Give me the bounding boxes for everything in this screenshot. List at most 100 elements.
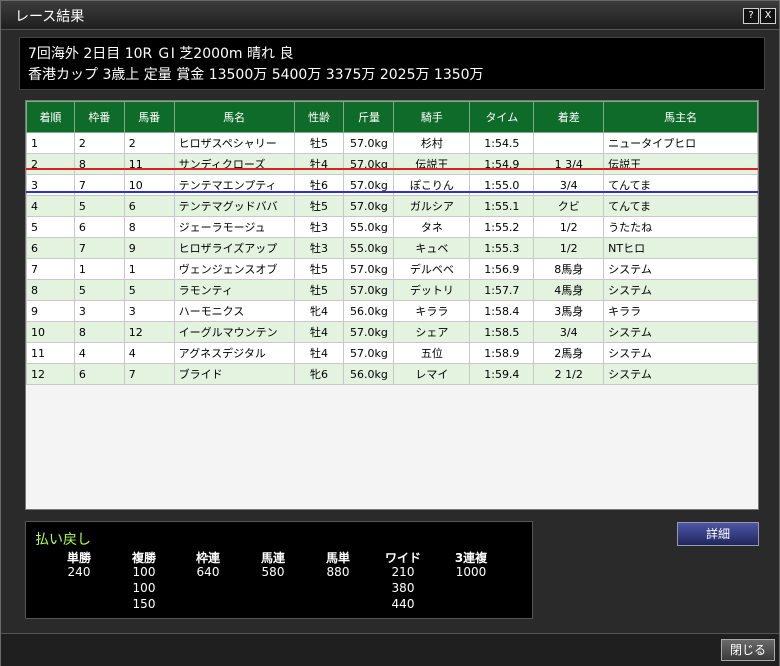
table-cell: 1:55.3 <box>469 237 535 259</box>
table-cell: 牝6 <box>293 363 345 385</box>
column-header[interactable]: 馬主名 <box>603 101 758 133</box>
table-cell: 1:59.4 <box>469 363 535 385</box>
table-cell: 3 <box>73 300 125 322</box>
payout-column: 馬連 580 <box>238 549 308 581</box>
blue-marker-line <box>26 191 758 193</box>
table-cell: 牡5 <box>293 132 345 154</box>
column-header[interactable]: 着順 <box>26 101 75 133</box>
table-row[interactable]: 6 7 9 ヒロザライズアップ 牡3 55.0kg キュベ 1:55.3 1/2 NTヒロ <box>26 237 758 259</box>
column-header[interactable]: 馬名 <box>173 101 295 133</box>
race-info-line2: 香港カップ 3歳上 定量 賞金 13500万 5400万 3375万 2025万… <box>28 67 484 83</box>
payout-label: ワイド <box>384 551 421 565</box>
table-cell: ニュータイプヒロ <box>603 132 758 154</box>
table-cell: 7 <box>26 258 75 280</box>
table-cell: 57.0kg <box>343 258 395 280</box>
table-cell: 6 <box>123 195 175 217</box>
column-header[interactable]: タイム <box>469 101 535 133</box>
table-cell: 牡5 <box>293 258 345 280</box>
table-row[interactable]: 11 4 4 アグネスデジタル 牡4 57.0kg 五位 1:58.9 2馬身 システム <box>26 342 758 364</box>
column-header[interactable]: 斤量 <box>343 101 395 133</box>
table-cell: 牝4 <box>293 300 345 322</box>
column-header[interactable]: 枠番 <box>73 101 125 133</box>
table-cell: 57.0kg <box>343 195 395 217</box>
table-cell: 1:58.9 <box>469 342 535 364</box>
race-info-line1: 7回海外 2日目 10R ＧⅠ 芝2000m 晴れ 良 <box>28 46 294 62</box>
table-cell: 57.0kg <box>343 279 395 301</box>
table-cell: 12 <box>123 321 175 343</box>
column-header[interactable]: 馬番 <box>123 101 175 133</box>
payout-value: 100 <box>132 565 156 579</box>
payout-value: 210 <box>391 565 415 579</box>
column-header[interactable]: 性齢 <box>293 101 345 133</box>
payout-column: ワイド 210 380 440 <box>368 549 438 613</box>
table-cell: 8 <box>73 321 125 343</box>
table-cell: ジェーラモージュ <box>173 216 295 238</box>
table-cell: 8 <box>123 216 175 238</box>
table-row[interactable]: 7 1 1 ヴェンジェンスオブ 牡5 57.0kg デルベベ 1:56.9 8馬身 システム <box>26 258 758 280</box>
table-row[interactable]: 10 8 12 イーグルマウンテン 牡4 57.0kg シェア 1:58.5 3/4 システム <box>26 321 758 343</box>
table-cell: 57.0kg <box>343 321 395 343</box>
help-button[interactable]: ? <box>743 8 759 24</box>
table-cell: 1:54.9 <box>469 153 535 175</box>
table-cell: 9 <box>26 300 75 322</box>
table-cell: 1:56.9 <box>469 258 535 280</box>
payout-label: 枠連 <box>195 551 220 565</box>
table-cell: 牡4 <box>293 153 345 175</box>
table-row[interactable]: 9 3 3 ハーモニクス 牝4 56.0kg キララ 1:58.4 3馬身 キララ <box>26 300 758 322</box>
table-cell: ヴェンジェンスオブ <box>173 258 295 280</box>
table-row[interactable]: 2 8 11 サンディクローズ 牡4 57.0kg 伝説王 1:54.9 1 3/4 伝説王 <box>26 153 758 175</box>
payout-value: 1000 <box>455 565 487 579</box>
payout-label: 複勝 <box>131 551 156 565</box>
table-cell: 12 <box>26 363 75 385</box>
table-cell: 6 <box>73 363 125 385</box>
detail-button[interactable]: 詳細 <box>677 522 759 546</box>
table-cell: ヒロザスペシャリー <box>173 132 295 154</box>
table-cell: 11 <box>26 342 75 364</box>
table-cell: システム <box>603 342 758 364</box>
table-cell: 1 <box>123 258 175 280</box>
table-cell: 3 <box>123 300 175 322</box>
table-cell: 56.0kg <box>343 300 395 322</box>
payout-label: 馬単 <box>325 551 350 565</box>
table-cell: 1/2 <box>533 237 605 259</box>
payout-value: 440 <box>391 597 415 611</box>
table-cell: ヒロザライズアップ <box>173 237 295 259</box>
column-header[interactable]: 着差 <box>533 101 605 133</box>
table-cell: 9 <box>123 237 175 259</box>
race-result-window: レース結果 ? X 7回海外 2日目 10R ＧⅠ 芝2000m 晴れ 良 香港… <box>0 0 780 666</box>
table-cell: デットリ <box>393 279 471 301</box>
table-cell: てんてま <box>603 195 758 217</box>
table-cell: キララ <box>393 300 471 322</box>
table-cell: 2 1/2 <box>533 363 605 385</box>
table-cell: ガルシア <box>393 195 471 217</box>
table-cell: うたたね <box>603 216 758 238</box>
column-header[interactable]: 騎手 <box>393 101 471 133</box>
table-cell: 55.0kg <box>343 216 395 238</box>
table-cell: テンテマグッドババ <box>173 195 295 217</box>
table-cell: 3/4 <box>533 321 605 343</box>
table-cell: 8 <box>26 279 75 301</box>
table-row[interactable]: 1 2 2 ヒロザスペシャリー 牡5 57.0kg 杉村 1:54.5 ニュータイプヒロ <box>26 132 758 154</box>
results-table-container: 着順 枠番 馬番 馬名 性齢 斤量 騎手 タイム 着差 馬主名 1 2 2 ヒロザスペシャリー 牡5 57.… <box>25 100 759 510</box>
table-cell: 伝説王 <box>603 153 758 175</box>
table-cell: 3馬身 <box>533 300 605 322</box>
close-button[interactable]: 閉じる <box>721 639 775 661</box>
table-cell: 1:55.2 <box>469 216 535 238</box>
table-cell: キララ <box>603 300 758 322</box>
table-cell: 牡5 <box>293 279 345 301</box>
table-cell: 2馬身 <box>533 342 605 364</box>
table-cell: 五位 <box>393 342 471 364</box>
table-cell: 牡4 <box>293 342 345 364</box>
close-window-button[interactable]: X <box>760 8 776 24</box>
table-cell: 杉村 <box>393 132 471 154</box>
table-row[interactable]: 5 6 8 ジェーラモージュ 牡3 55.0kg タネ 1:55.2 1/2 うたたね <box>26 216 758 238</box>
table-row[interactable]: 12 6 7 ブライド 牝6 56.0kg レマイ 1:59.4 2 1/2 システム <box>26 363 758 385</box>
table-cell: イーグルマウンテン <box>173 321 295 343</box>
table-row[interactable]: 4 5 6 テンテマグッドババ 牡5 57.0kg ガルシア 1:55.1 クビ てんてま <box>26 195 758 217</box>
table-cell: 55.0kg <box>343 237 395 259</box>
table-cell: 8馬身 <box>533 258 605 280</box>
table-cell: 5 <box>123 279 175 301</box>
table-cell: システム <box>603 321 758 343</box>
table-row[interactable]: 8 5 5 ラモンティ 牡5 57.0kg デットリ 1:57.7 4馬身 システム <box>26 279 758 301</box>
payout-label: 単勝 <box>66 551 91 565</box>
